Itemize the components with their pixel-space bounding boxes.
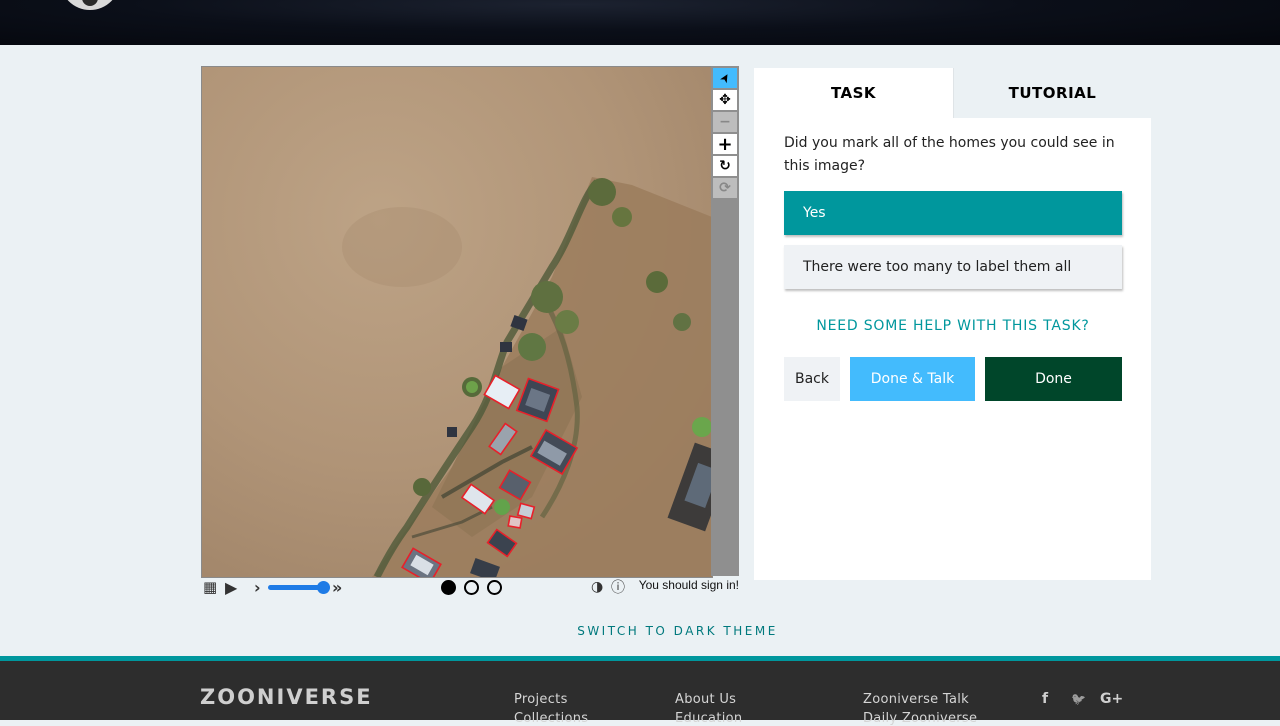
subject-info-button[interactable]: ⓘ xyxy=(611,576,625,598)
reset-icon: ⟳ xyxy=(719,180,731,196)
zoom-in-button[interactable]: + xyxy=(713,133,737,155)
tab-tutorial[interactable]: TUTORIAL xyxy=(953,68,1151,118)
facebook-icon[interactable]: f xyxy=(1042,691,1048,707)
step-forward-button[interactable]: › xyxy=(254,576,261,598)
site-footer: ZOONIVERSE Projects Collections About Us… xyxy=(0,661,1280,726)
frame-controls: ▦ ▶ › » ◑ ⓘ You should sign in! xyxy=(201,576,741,598)
rotate-button[interactable]: ↻ xyxy=(713,156,737,176)
zoom-out-button[interactable]: − xyxy=(713,112,737,132)
switch-theme-link[interactable]: SWITCH TO DARK THEME xyxy=(0,624,1280,638)
task-panel: TASK TUTORIAL Did you mark all of the ho… xyxy=(754,68,1151,580)
google-plus-icon[interactable]: G+ xyxy=(1100,691,1123,707)
footer-link-talk[interactable]: Zooniverse Talk xyxy=(863,692,969,707)
double-chevron-right-icon: » xyxy=(332,577,343,597)
task-tabs: TASK TUTORIAL xyxy=(754,68,1151,118)
move-tool-button[interactable]: ✥ xyxy=(713,90,737,110)
info-icon: ⓘ xyxy=(611,580,625,596)
reset-view-button[interactable]: ⟳ xyxy=(713,178,737,198)
grid-icon: ▦ xyxy=(203,578,218,596)
footer-link-projects[interactable]: Projects xyxy=(514,692,568,707)
viewer-toolbar: ➤ ✥ − + ↻ ⟳ xyxy=(711,66,739,576)
footer-brand-logo[interactable]: ZOONIVERSE xyxy=(200,685,373,709)
aerial-subject-image[interactable] xyxy=(202,67,712,577)
pointer-icon: ➤ xyxy=(716,70,734,86)
zoom-out-icon: − xyxy=(719,114,731,130)
footer-link-daily[interactable]: Daily Zooniverse xyxy=(863,711,977,726)
footer-link-education[interactable]: Education xyxy=(675,711,742,726)
done-and-talk-button[interactable]: Done & Talk xyxy=(850,357,975,401)
contrast-icon: ◑ xyxy=(591,579,604,595)
chevron-right-icon: › xyxy=(254,577,261,597)
footer-link-collections[interactable]: Collections xyxy=(514,711,588,726)
task-question: Did you mark all of the homes you could … xyxy=(784,135,1115,174)
answer-label: There were too many to label them all xyxy=(803,259,1072,275)
zooniverse-logo-icon[interactable] xyxy=(60,0,120,10)
fast-forward-button[interactable]: » xyxy=(332,576,342,598)
move-icon: ✥ xyxy=(719,92,731,108)
slider-handle[interactable] xyxy=(317,581,330,594)
frame-dot-3[interactable] xyxy=(487,580,502,595)
task-help-link[interactable]: NEED SOME HELP WITH THIS TASK? xyxy=(784,318,1122,334)
answer-too-many[interactable]: There were too many to label them all xyxy=(784,245,1122,289)
sign-in-notice[interactable]: You should sign in! xyxy=(639,578,739,592)
frame-dot-1[interactable] xyxy=(441,580,456,595)
play-icon: ▶ xyxy=(225,577,238,597)
footer-link-about[interactable]: About Us xyxy=(675,692,736,707)
twitter-icon[interactable]: 🐦 xyxy=(1071,692,1086,706)
rotate-icon: ↻ xyxy=(719,158,731,174)
pointer-tool-button[interactable]: ➤ xyxy=(713,68,737,88)
invert-colors-button[interactable]: ◑ xyxy=(591,576,603,598)
tab-task[interactable]: TASK xyxy=(754,68,953,118)
done-button[interactable]: Done xyxy=(985,357,1122,401)
zoom-in-icon: + xyxy=(717,133,733,155)
frame-dot-2[interactable] xyxy=(464,580,479,595)
switch-theme-label: SWITCH TO DARK THEME xyxy=(577,624,778,638)
top-navigation-bar xyxy=(0,0,1280,45)
answer-label: Yes xyxy=(803,205,826,221)
play-button[interactable]: ▶ xyxy=(225,576,237,598)
grid-view-button[interactable]: ▦ xyxy=(203,576,217,598)
back-button[interactable]: Back xyxy=(784,357,840,401)
subject-image-viewer[interactable] xyxy=(201,66,713,578)
answer-yes[interactable]: Yes xyxy=(784,191,1122,235)
